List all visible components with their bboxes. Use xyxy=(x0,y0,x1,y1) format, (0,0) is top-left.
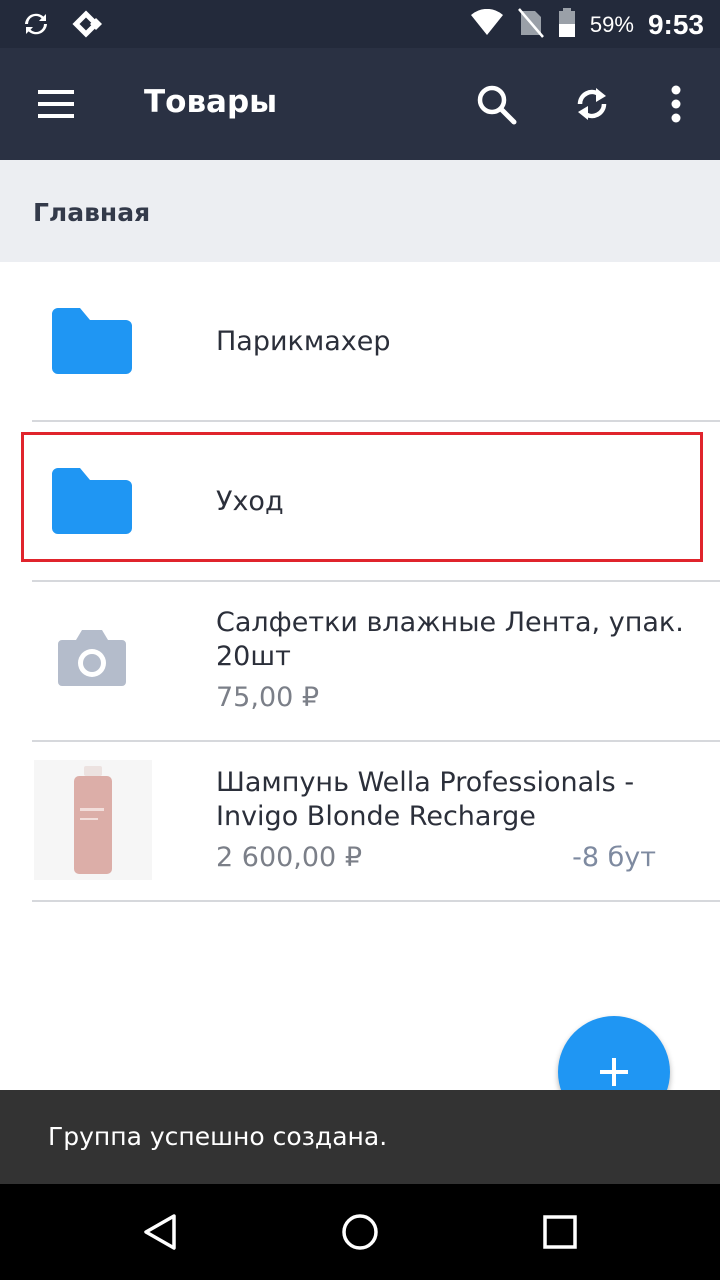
snackbar-message: Группа успешно создана. xyxy=(48,1122,388,1151)
menu-icon[interactable] xyxy=(32,84,80,124)
snackbar: Группа успешно создана. xyxy=(0,1090,720,1184)
wifi-icon xyxy=(470,8,504,41)
list-item-folder[interactable]: Парикмахер xyxy=(0,262,720,422)
dash-icon xyxy=(72,10,104,42)
battery-percent: 59% xyxy=(589,12,634,37)
highlight-box xyxy=(21,432,703,562)
folder-name: Парикмахер xyxy=(216,326,391,357)
back-icon[interactable] xyxy=(140,1212,180,1252)
list-item-product[interactable]: Салфетки влажные Лента, упак. 20шт 75,00… xyxy=(0,582,720,742)
product-price: 2 600,00 ₽ xyxy=(216,842,362,873)
refresh-icon[interactable] xyxy=(566,78,618,130)
divider xyxy=(32,900,720,902)
breadcrumb-label: Главная xyxy=(33,198,151,227)
product-name: Шампунь Wella Professionals - Invigo Blo… xyxy=(216,767,635,832)
product-thumbnail xyxy=(34,760,152,880)
status-bar: 59% 9:53 xyxy=(0,0,720,48)
clock: 9:53 xyxy=(647,9,704,40)
product-price: 75,00 ₽ xyxy=(216,682,320,713)
camera-placeholder-icon xyxy=(58,628,126,692)
product-name: Салфетки влажные Лента, упак. 20шт xyxy=(216,607,684,672)
recents-icon[interactable] xyxy=(540,1212,580,1252)
product-stock: -8 бут xyxy=(572,842,656,873)
breadcrumb[interactable]: Главная xyxy=(0,160,720,262)
folder-icon xyxy=(52,308,132,374)
item-list: Парикмахер Уход Салфетки влажные Лента, … xyxy=(0,262,720,902)
battery-icon xyxy=(558,8,576,42)
page-title: Товары xyxy=(144,84,278,120)
search-icon[interactable] xyxy=(470,78,522,130)
app-toolbar: Товары xyxy=(0,48,720,160)
home-icon[interactable] xyxy=(340,1212,380,1252)
list-item-product[interactable]: Шампунь Wella Professionals - Invigo Blo… xyxy=(0,742,720,902)
sync-icon xyxy=(22,10,50,42)
more-vert-icon[interactable] xyxy=(650,78,702,130)
system-nav-bar xyxy=(0,1184,720,1280)
no-sim-icon xyxy=(517,8,544,42)
